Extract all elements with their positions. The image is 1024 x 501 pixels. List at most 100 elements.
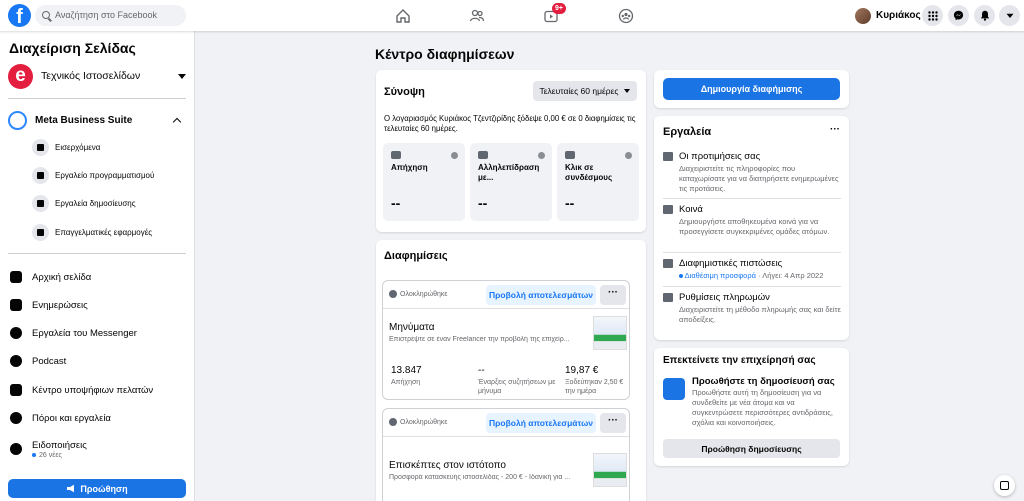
thumbs-up-icon <box>478 151 488 159</box>
sidebar-item-label: Ειδοποιήσεις <box>32 439 87 451</box>
tools-card: Εργαλεία ··· Οι προτιμήσεις σας Διαχειρι… <box>654 116 849 340</box>
tool-payment-settings[interactable]: Ρυθμίσεις πληρωμών Διαχειριστείτε τη μέθ… <box>663 292 841 325</box>
sidebar-item-podcast[interactable]: Podcast <box>9 350 66 372</box>
tool-ad-credits[interactable]: Διαφημιστικές πιστώσεις Διαθέσιμη προσφο… <box>663 258 841 281</box>
friends-icon[interactable] <box>466 5 488 27</box>
summary-text: Ο λογαριασμός Κυριάκος Τζεντζιρίδης ξόδε… <box>384 114 636 133</box>
available-offer-link[interactable]: Διαθέσιμη προσφορά <box>685 271 756 280</box>
ad-item[interactable]: Ολοκληρώθηκε Προβολή αποτελεσμάτων ··· Ε… <box>382 408 630 501</box>
status-badge: Ολοκληρώθηκε <box>389 290 447 298</box>
messenger-icon <box>9 326 23 340</box>
compose-icon[interactable] <box>994 475 1015 496</box>
payment-icon <box>663 293 673 302</box>
profile-button[interactable]: Κυριάκος <box>855 6 921 25</box>
sidebar-item-resources[interactable]: Πόροι και εργαλεία <box>9 407 111 429</box>
sidebar-item-leads[interactable]: Κέντρο υποψήφιων πελατών <box>9 379 153 401</box>
page-selector[interactable]: e Τεχνικός Ιστοσελίδων <box>8 63 186 89</box>
avatar <box>855 7 871 24</box>
business-suite-label: Meta Business Suite <box>35 114 133 126</box>
watch-icon[interactable]: 9+ <box>540 3 566 27</box>
sidebar-title: Διαχείριση Σελίδας <box>9 40 136 56</box>
audience-icon <box>663 205 673 214</box>
sidebar-item-label: Κέντρο υποψήφιων πελατών <box>32 384 154 396</box>
search-placeholder: Αναζήτηση στο Facebook <box>55 10 157 20</box>
info-icon[interactable] <box>625 152 632 159</box>
menu-grid-icon[interactable] <box>922 5 943 26</box>
stat-reach: Απήχηση -- <box>383 143 465 221</box>
sidebar-item-label: Ενημερώσεις <box>32 299 88 311</box>
promote-post-button[interactable]: Προώθηση δημοσίευσης <box>663 439 840 458</box>
create-ad-button[interactable]: Δημιουργία διαφήμισης <box>663 78 840 100</box>
sidebar-item-inbox[interactable]: Εισερχόμενα <box>32 136 100 158</box>
stat-engagement: Αλληλεπίδραση με... -- <box>470 143 552 221</box>
divider <box>8 253 186 254</box>
new-dot-icon <box>679 274 683 279</box>
view-results-button[interactable]: Προβολή αποτελεσμάτων <box>486 285 596 305</box>
ad-thumbnail <box>593 453 627 487</box>
stat-link-clicks: Κλικ σε συνδέσμους -- <box>557 143 639 221</box>
notifications-count: 26 νέες <box>32 452 87 459</box>
page-name: Τεχνικός Ιστοσελίδων <box>41 70 141 82</box>
summary-card: Σύνοψη Τελευταίες 60 ημέρες Ο λογαριασμό… <box>376 70 646 232</box>
ad-name: Μηνύματα <box>389 322 435 333</box>
caret-down-icon <box>178 73 186 79</box>
search-input[interactable]: Αναζήτηση στο Facebook <box>35 5 186 26</box>
new-dot-icon <box>32 452 36 457</box>
calendar-icon <box>32 166 49 184</box>
divider <box>8 98 186 99</box>
credits-icon <box>663 259 673 268</box>
more-options-button[interactable]: ··· <box>600 413 626 433</box>
sidebar-item-publishing[interactable]: Εργαλεία δημοσίευσης <box>32 192 136 214</box>
sidebar-item-apps[interactable]: Επαγγελματικές εφαρμογές <box>32 221 152 243</box>
sidebar-item-label: Πόροι και εργαλεία <box>32 412 111 424</box>
sidebar-item-home[interactable]: Αρχική σελίδα <box>9 266 91 288</box>
view-results-button[interactable]: Προβολή αποτελεσμάτων <box>486 413 596 433</box>
sidebar-item-updates[interactable]: Ενημερώσεις <box>9 294 88 316</box>
status-badge: Ολοκληρώθηκε <box>389 418 447 426</box>
more-options-button[interactable]: ··· <box>600 285 626 305</box>
top-bar: f Αναζήτηση στο Facebook 9+ Κυριάκος <box>0 0 1024 31</box>
metric-spent: 19,87 € <box>565 365 599 376</box>
home-icon[interactable] <box>392 5 414 27</box>
sidebar-item-scheduler[interactable]: Εργαλείο προγραμματισμού <box>32 164 154 186</box>
promote-button[interactable]: Προώθηση <box>8 479 186 498</box>
watch-badge: 9+ <box>552 3 566 14</box>
megaphone-icon <box>67 484 75 493</box>
people-icon <box>391 151 401 159</box>
tool-audiences[interactable]: Κοινά Δημιουργήστε αποθηκευμένα κοινά γι… <box>663 204 841 237</box>
profile-name: Κυριάκος <box>876 10 921 21</box>
updates-icon <box>9 298 23 312</box>
bell-icon <box>9 442 23 456</box>
caret-down-icon <box>624 89 631 93</box>
inbox-icon <box>32 138 49 156</box>
business-suite-toggle[interactable]: Meta Business Suite <box>8 109 186 131</box>
preferences-icon <box>663 152 673 161</box>
promote-post-description: Προωθήστε αυτή τη δημοσίευση για να συνδ… <box>692 388 833 427</box>
summary-title: Σύνοψη <box>384 86 425 98</box>
page-title: Κέντρο διαφημίσεων <box>375 46 515 62</box>
ad-item[interactable]: Ολοκληρώθηκε Προβολή αποτελεσμάτων ··· Μ… <box>382 280 630 400</box>
check-circle-icon <box>389 290 397 298</box>
cursor-icon <box>565 151 575 159</box>
sidebar-item-label: Εργαλεία του Messenger <box>32 327 137 339</box>
check-circle-icon <box>389 418 397 426</box>
sidebar-item-notifications[interactable]: Ειδοποιήσεις 26 νέες <box>9 434 87 464</box>
account-dropdown-icon[interactable] <box>999 5 1020 26</box>
notifications-bell-icon[interactable] <box>974 5 995 26</box>
tool-preferences[interactable]: Οι προτιμήσεις σας Διαχειριστείτε τις πλ… <box>663 151 841 194</box>
sidebar-item-label: Εργαλεία δημοσίευσης <box>55 198 136 208</box>
groups-icon[interactable] <box>615 5 637 27</box>
facebook-logo[interactable]: f <box>8 4 31 27</box>
promote-post-title: Προωθήστε τη δημοσίευσή σας <box>692 376 835 387</box>
messenger-icon[interactable] <box>948 5 969 26</box>
info-icon[interactable] <box>451 152 458 159</box>
ad-description: Προσφορά κατασκευής ιστοσελίδας - 200 € … <box>389 474 571 481</box>
sidebar-item-label: Εργαλείο προγραμματισμού <box>55 170 155 180</box>
info-icon[interactable] <box>538 152 545 159</box>
expand-title: Επεκτείνετε την επιχείρησή σας <box>663 355 816 366</box>
sidebar-item-messenger-tools[interactable]: Εργαλεία του Messenger <box>9 322 137 344</box>
promote-post-icon <box>663 378 685 400</box>
date-range-dropdown[interactable]: Τελευταίες 60 ημέρες <box>533 81 637 101</box>
tools-more-button[interactable]: ··· <box>830 124 840 135</box>
chevron-up-icon <box>172 117 182 126</box>
